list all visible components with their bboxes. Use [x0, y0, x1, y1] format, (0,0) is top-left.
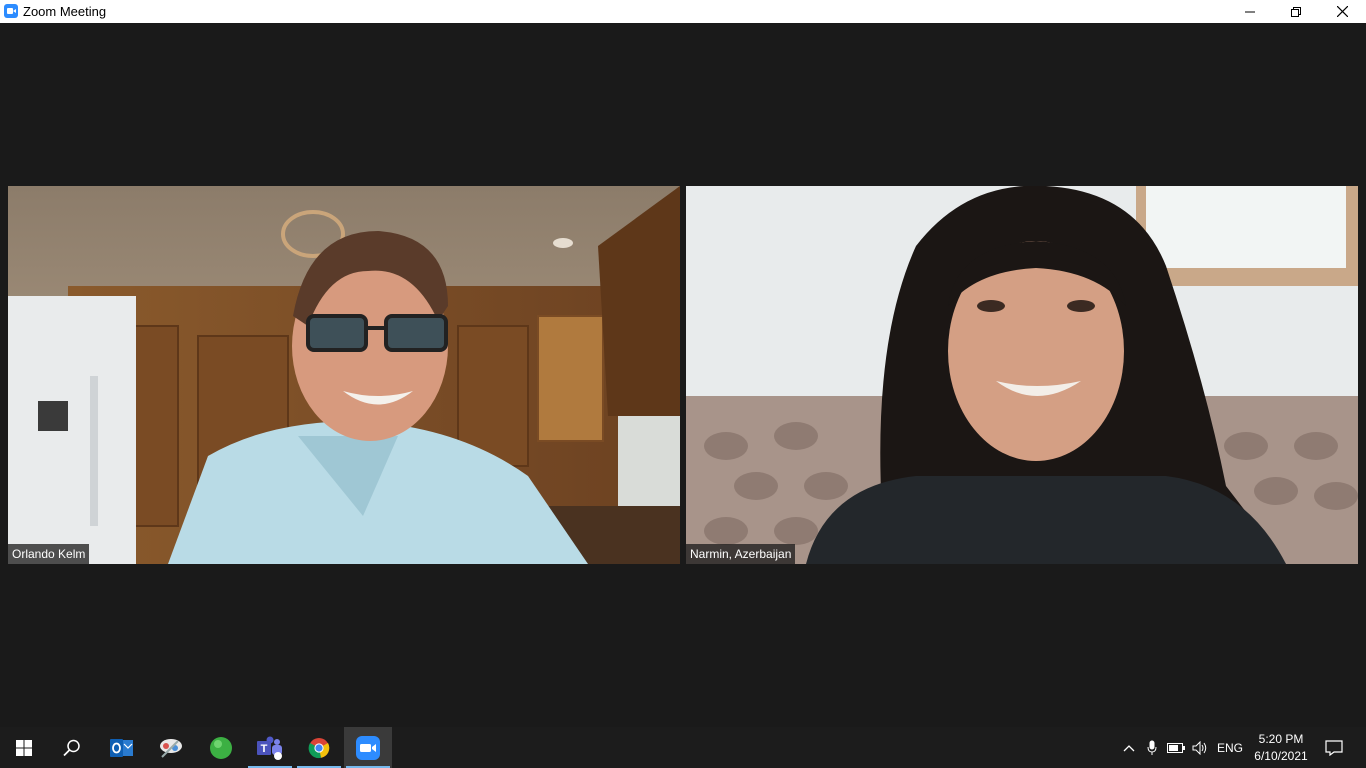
- teams-icon: T: [257, 736, 282, 760]
- search-button[interactable]: [48, 727, 96, 768]
- windows-taskbar: T ENG 5:20 PM 6/10/2021: [0, 727, 1366, 768]
- volume-icon: [1192, 740, 1207, 755]
- search-icon: [63, 739, 80, 756]
- participant-video: [8, 186, 680, 564]
- window-title: Zoom Meeting: [23, 4, 107, 19]
- minimize-icon: [1245, 11, 1255, 12]
- title-bar: Zoom Meeting: [0, 0, 1366, 23]
- taskbar-clock[interactable]: 5:20 PM 6/10/2021: [1246, 731, 1316, 765]
- restore-icon: [1291, 6, 1301, 17]
- participant-video: [686, 186, 1358, 564]
- video-tile-narmin[interactable]: Narmin, Azerbaijan: [686, 186, 1358, 564]
- close-icon: [1336, 6, 1348, 17]
- show-hidden-icons-button[interactable]: [1118, 727, 1140, 768]
- close-button[interactable]: [1319, 0, 1365, 23]
- chevron-up-icon: [1123, 744, 1135, 751]
- notifications-icon: [1325, 739, 1343, 756]
- snipping-tool-icon: [160, 738, 182, 758]
- video-tile-orlando[interactable]: Orlando Kelm: [8, 186, 680, 564]
- green-circle-app-icon: [210, 736, 232, 759]
- action-center-button[interactable]: [1320, 727, 1348, 768]
- svg-text:T: T: [261, 743, 268, 755]
- zoom-app-icon: [4, 4, 18, 18]
- outlook-taskbar-button[interactable]: [98, 727, 146, 768]
- green-app-taskbar-button[interactable]: [197, 727, 245, 768]
- chrome-icon: [308, 737, 330, 758]
- participant-name-label: Orlando Kelm: [8, 544, 90, 564]
- windows-start-icon: [16, 739, 32, 756]
- participant-name-label: Narmin, Azerbaijan: [686, 544, 796, 564]
- meeting-gallery-view: Orlando Kelm Narmin, Azerbaijan: [0, 23, 1366, 727]
- microphone-icon: [1147, 740, 1157, 755]
- outlook-icon: [110, 738, 133, 757]
- snipping-tool-taskbar-button[interactable]: [147, 727, 195, 768]
- clock-time: 5:20 PM: [1258, 732, 1304, 746]
- clock-date: 6/10/2021: [1254, 749, 1308, 763]
- minimize-button[interactable]: [1227, 0, 1273, 23]
- battery-icon: [1167, 742, 1185, 753]
- restore-button[interactable]: [1273, 0, 1319, 23]
- zoom-taskbar-button[interactable]: [344, 727, 392, 768]
- chrome-taskbar-button[interactable]: [295, 727, 343, 768]
- volume-tray-button[interactable]: [1190, 727, 1212, 768]
- battery-tray-button[interactable]: [1164, 727, 1188, 768]
- zoom-icon: [356, 735, 380, 760]
- teams-taskbar-button[interactable]: T: [246, 727, 294, 768]
- input-language-indicator[interactable]: ENG: [1214, 727, 1246, 768]
- start-button[interactable]: [0, 727, 48, 768]
- microphone-tray-button[interactable]: [1142, 727, 1162, 768]
